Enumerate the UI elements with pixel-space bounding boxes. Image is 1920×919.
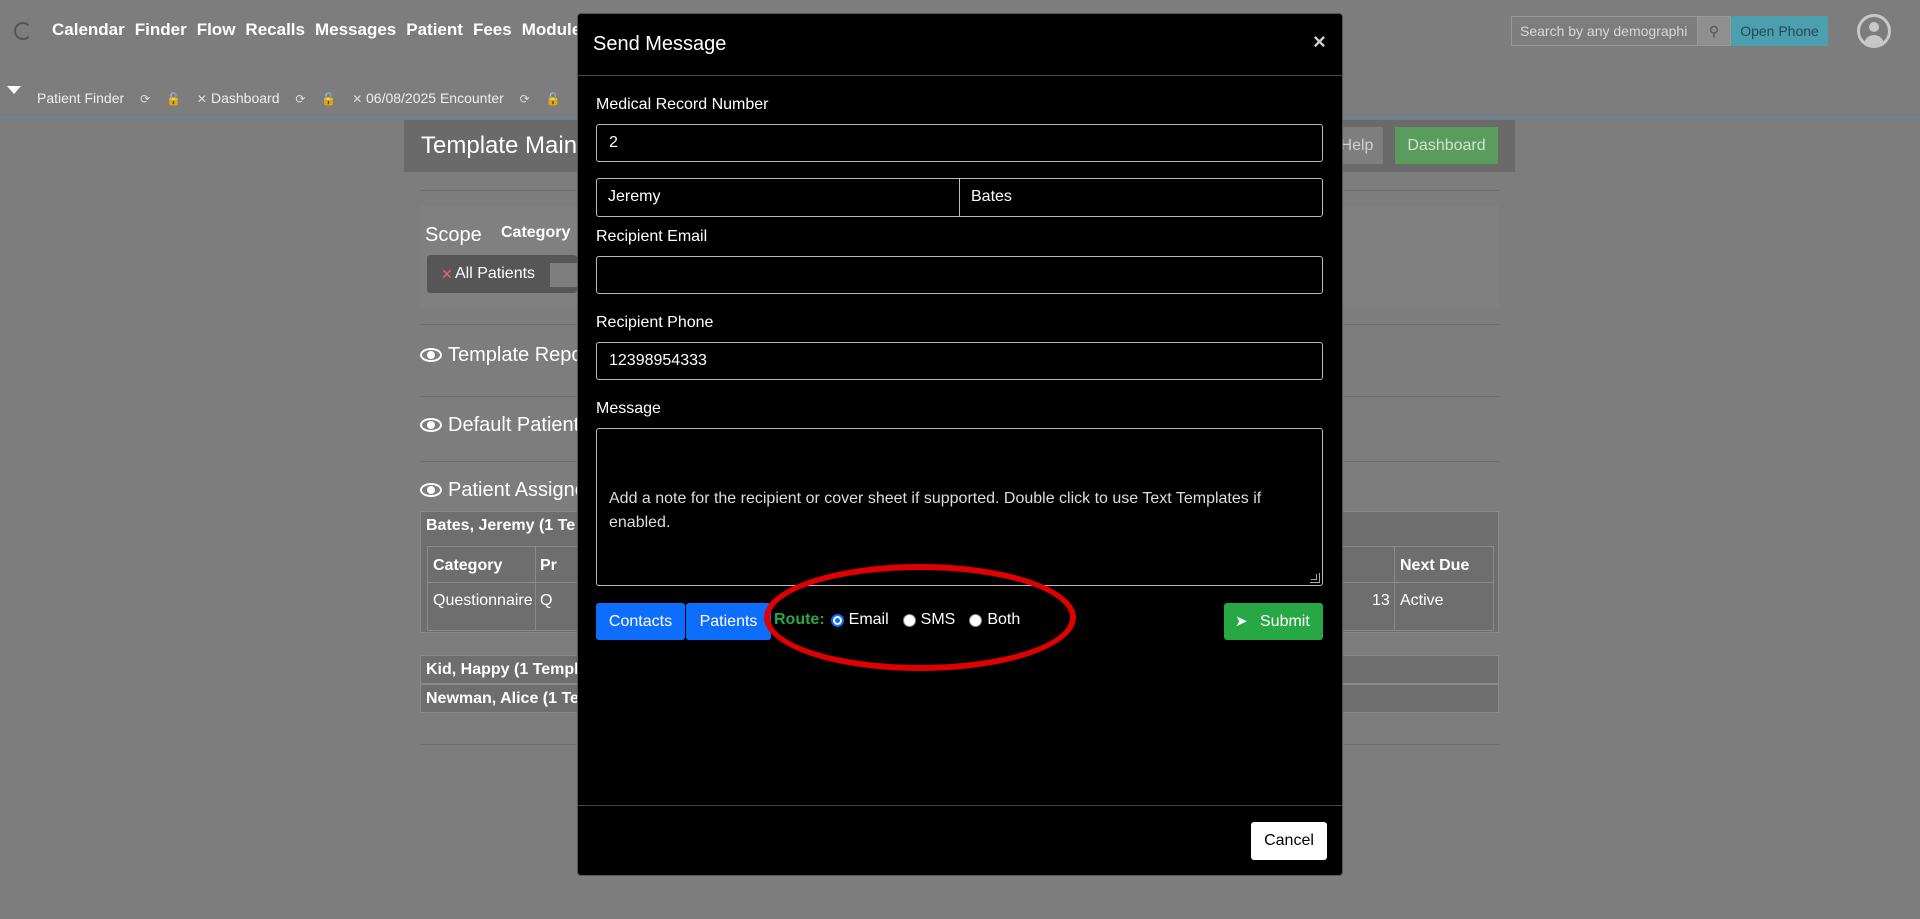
patient-search-input[interactable]: Search by any demographi: [1511, 16, 1698, 46]
tab-label: Dashboard: [211, 90, 280, 106]
app-logo-icon[interactable]: [14, 22, 32, 40]
mrn-label: Medical Record Number: [596, 96, 769, 113]
chip-label: All Patients: [455, 265, 536, 282]
menu-calendar[interactable]: Calendar: [52, 20, 125, 40]
refresh-icon[interactable]: ⟳: [520, 92, 530, 106]
first-name-field[interactable]: Jeremy: [597, 179, 960, 216]
open-phone-button[interactable]: Open Phone: [1731, 16, 1828, 46]
dashboard-button[interactable]: Dashboard: [1395, 127, 1498, 164]
table-cell: Active: [1400, 592, 1444, 609]
menu-messages[interactable]: Messages: [315, 20, 396, 40]
cancel-button[interactable]: Cancel: [1251, 822, 1327, 860]
refresh-icon[interactable]: ⟳: [140, 92, 150, 106]
eye-icon: [420, 483, 442, 497]
patients-button[interactable]: Patients: [686, 603, 771, 640]
highlight-annotation: [764, 564, 1076, 671]
paper-plane-icon: ➤: [1235, 613, 1248, 630]
section-title: Patient Assigne: [448, 479, 586, 501]
submit-label: Submit: [1260, 613, 1310, 630]
close-icon[interactable]: ✕: [352, 92, 362, 106]
divider: [578, 75, 1342, 76]
close-icon[interactable]: ✕: [197, 92, 207, 106]
lock-icon[interactable]: 🔓: [546, 92, 561, 106]
divider: [578, 805, 1342, 806]
menu-flow[interactable]: Flow: [197, 20, 236, 40]
user-circle-icon[interactable]: [1857, 14, 1891, 48]
table-cell: Q: [540, 592, 553, 609]
caret-down-icon[interactable]: [7, 86, 21, 94]
message-label: Message: [596, 400, 661, 417]
page-title: Template Main: [421, 132, 578, 159]
column-header: Next Due: [1400, 557, 1470, 574]
category-label: Category: [501, 224, 571, 241]
all-patients-chip[interactable]: ✕ All Patients: [427, 255, 590, 293]
menu-recalls[interactable]: Recalls: [245, 20, 305, 40]
column-header: Category: [433, 557, 503, 574]
menu-fees[interactable]: Fees: [473, 20, 512, 40]
send-message-modal: Send Message × Medical Record Number 2 J…: [577, 13, 1343, 876]
column-header: Pr: [540, 557, 557, 574]
tab-encounter[interactable]: 06/08/2025 Encounter ⟳ 🔓 ✕: [366, 90, 587, 106]
email-label: Recipient Email: [596, 228, 708, 245]
section-patient-assigned[interactable]: Patient Assigne: [420, 479, 586, 502]
mrn-field[interactable]: 2: [596, 124, 1323, 162]
message-placeholder: Add a note for the recipient or cover sh…: [609, 490, 1262, 531]
refresh-icon[interactable]: ⟳: [295, 92, 305, 106]
menu-patient[interactable]: Patient: [406, 20, 463, 40]
menu-finder[interactable]: Finder: [135, 20, 187, 40]
lock-icon[interactable]: 🔓: [321, 92, 336, 106]
section-title: Default Patient: [448, 414, 580, 436]
col-divider: [535, 547, 536, 630]
eye-icon: [420, 418, 442, 432]
tab-dashboard[interactable]: Dashboard ⟳ 🔓 ✕: [211, 90, 362, 106]
remove-icon[interactable]: ✕: [441, 266, 453, 283]
close-icon[interactable]: ×: [1313, 29, 1326, 55]
table-cell: 13: [1372, 592, 1390, 609]
table-cell: Questionnaire: [433, 592, 533, 609]
contacts-button[interactable]: Contacts: [596, 603, 685, 640]
submit-button[interactable]: ➤ Submit: [1224, 603, 1323, 640]
modal-title: Send Message: [593, 33, 727, 55]
main-menu: Calendar Finder Flow Recalls Messages Pa…: [52, 20, 621, 40]
resize-handle-icon[interactable]: [1310, 573, 1320, 583]
lock-icon[interactable]: 🔓: [166, 92, 181, 106]
tab-patient-finder[interactable]: Patient Finder ⟳ 🔓 ✕: [37, 90, 207, 106]
eye-icon: [420, 348, 442, 362]
phone-field[interactable]: 12398954333: [596, 342, 1323, 380]
last-name-field[interactable]: Bates: [960, 179, 1322, 216]
tab-label: Patient Finder: [37, 90, 125, 106]
section-title: Template Repo: [448, 344, 583, 366]
patient-name-fields: Jeremy Bates: [596, 178, 1323, 217]
section-default-patient[interactable]: Default Patient: [420, 414, 579, 437]
email-field[interactable]: [596, 256, 1323, 294]
phone-label: Recipient Phone: [596, 314, 714, 331]
message-textarea[interactable]: Add a note for the recipient or cover sh…: [596, 428, 1323, 586]
section-template-repository[interactable]: Template Repo: [420, 344, 583, 367]
tab-label: 06/08/2025 Encounter: [366, 90, 504, 106]
search-icon[interactable]: ⚲: [1697, 16, 1731, 46]
col-divider: [1394, 547, 1395, 630]
scope-label: Scope: [425, 224, 482, 246]
